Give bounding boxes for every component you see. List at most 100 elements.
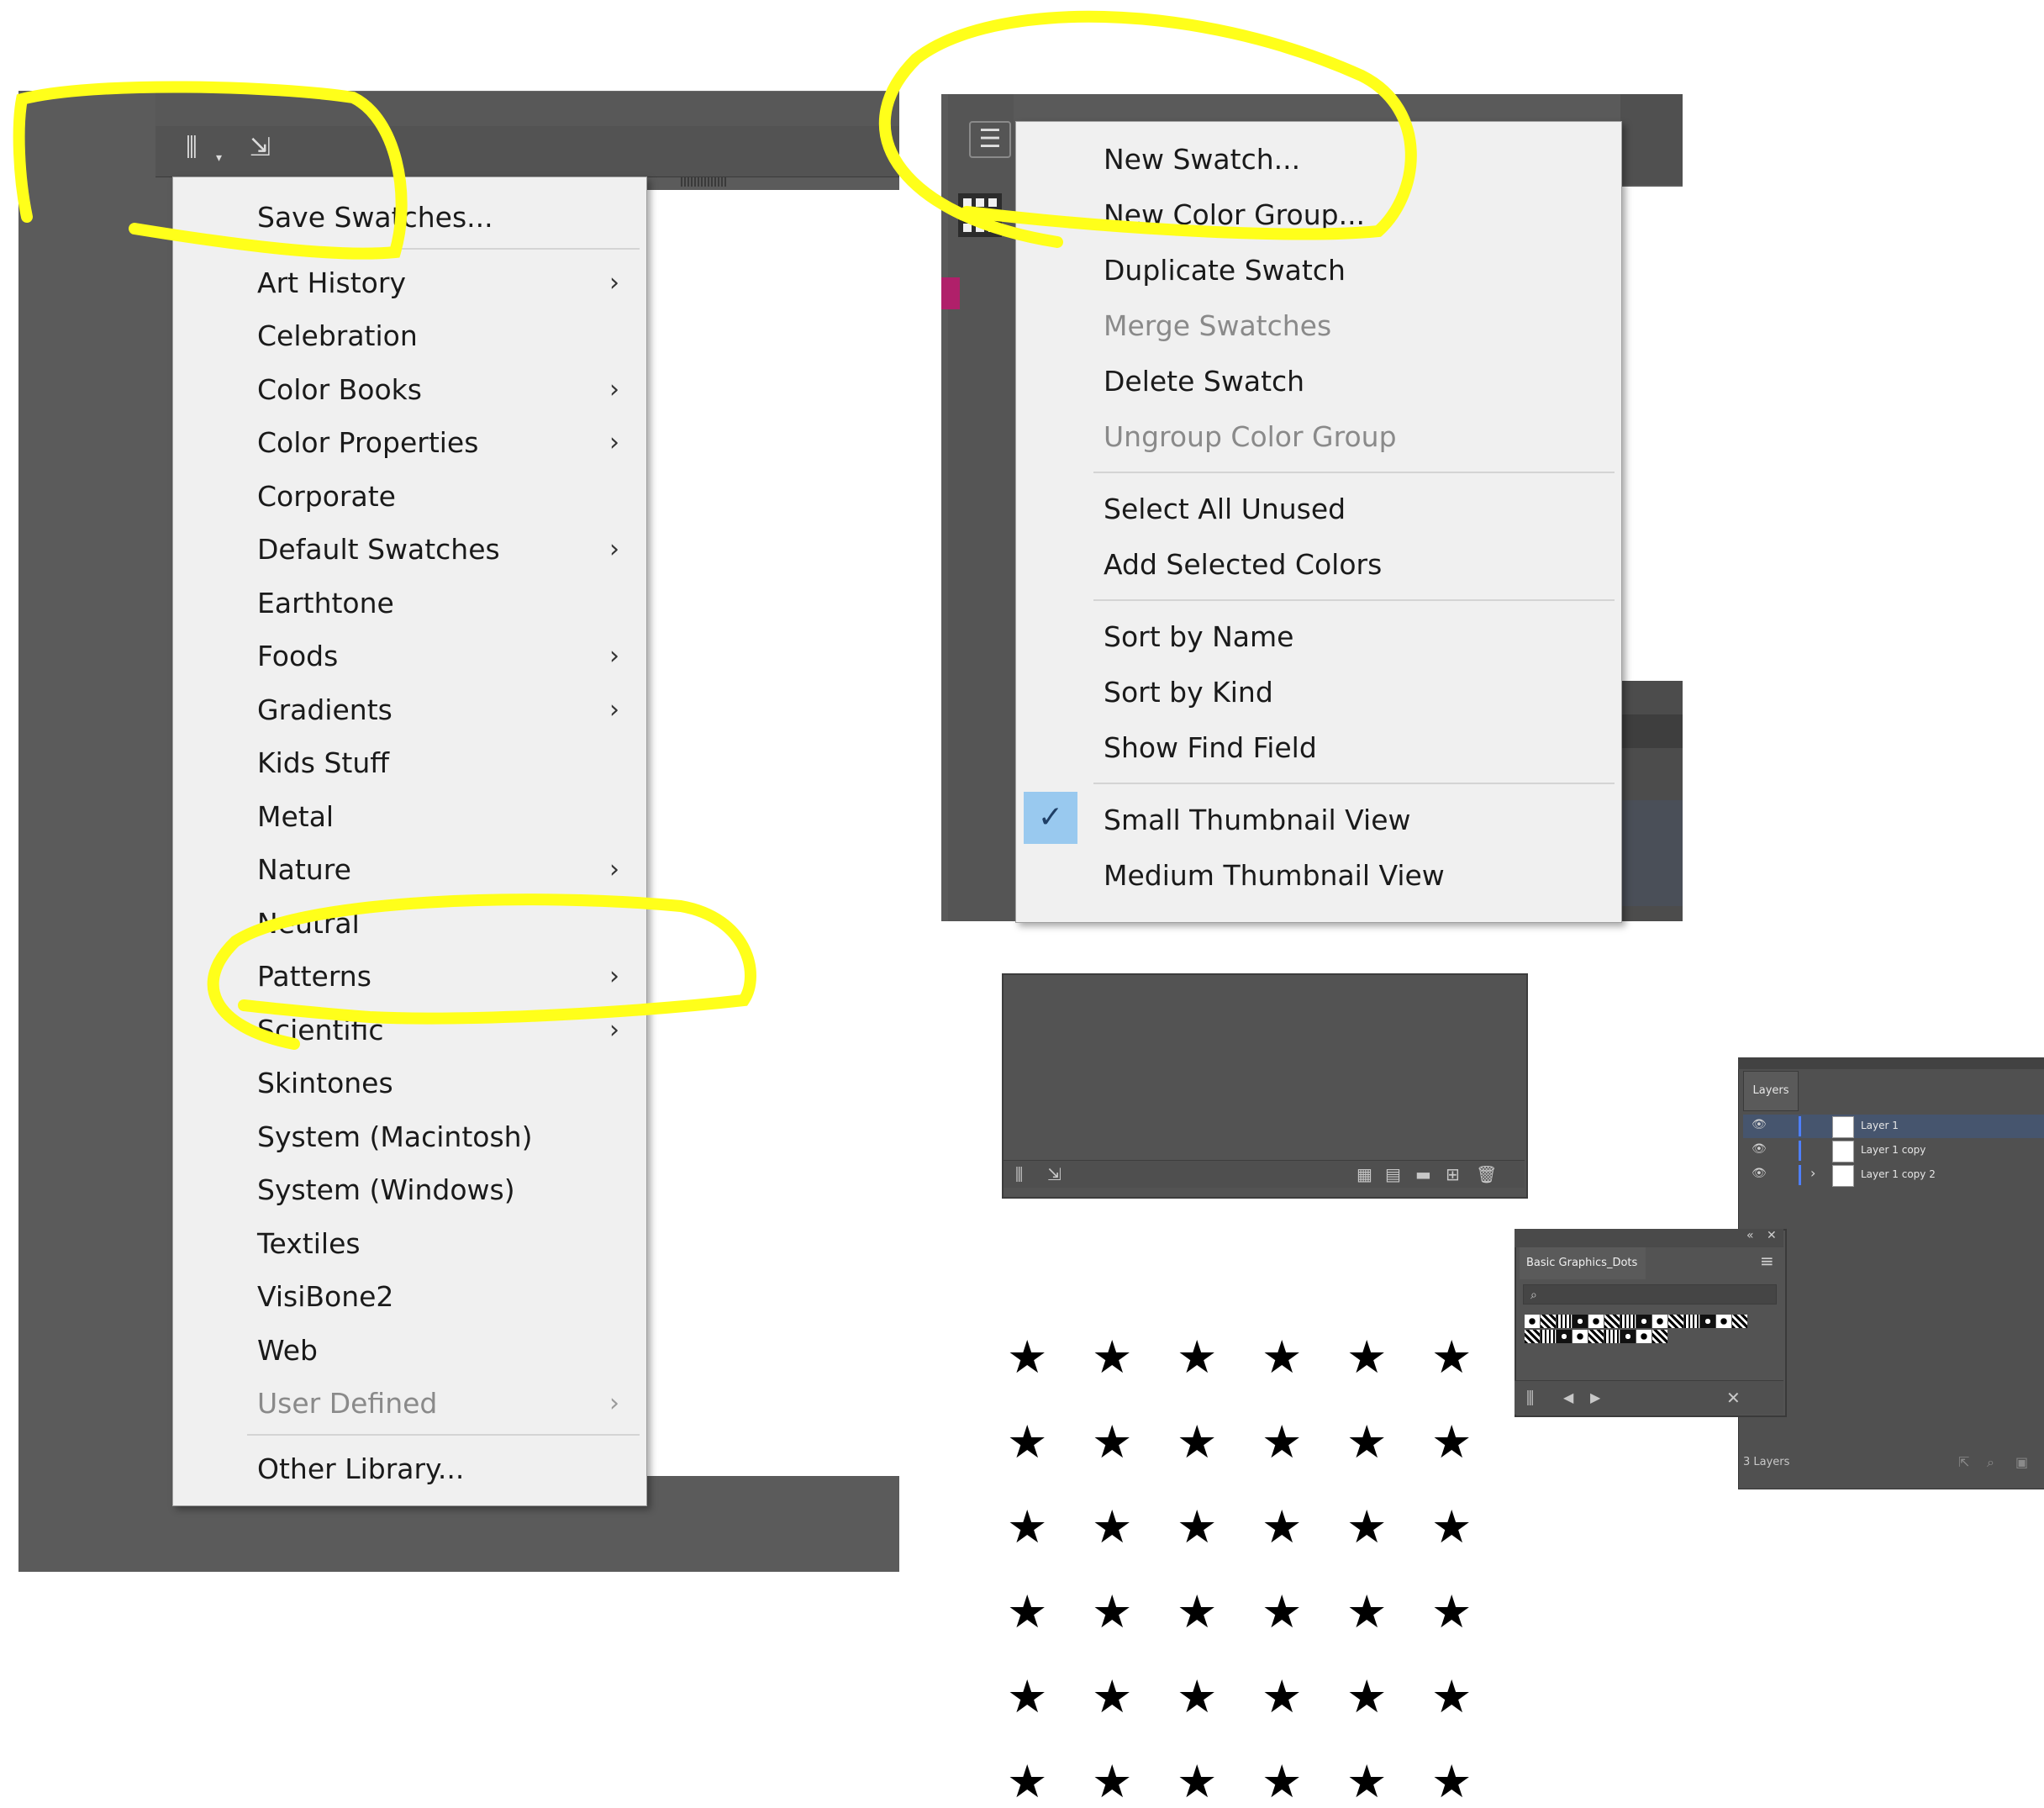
pattern-swatch[interactable] bbox=[1588, 1330, 1604, 1343]
new-swatch-icon[interactable]: ⊞ bbox=[1446, 1161, 1460, 1188]
pattern-swatch[interactable] bbox=[1652, 1315, 1667, 1328]
menu-item-color-books[interactable]: Color Books › bbox=[173, 363, 646, 416]
close-icon[interactable]: ✕ bbox=[1767, 1229, 1777, 1242]
next-library-icon[interactable]: ▶ bbox=[1590, 1384, 1600, 1411]
menu-separator bbox=[1093, 783, 1615, 784]
menu-item-sort-by-name[interactable]: Sort by Name bbox=[1016, 609, 1621, 665]
expand-arrow-icon[interactable]: › bbox=[1810, 1165, 1815, 1181]
collapse-icon[interactable]: « bbox=[1746, 1229, 1754, 1242]
menu-item-nature[interactable]: Nature › bbox=[173, 843, 646, 896]
panel-menu-icon[interactable]: ☰ bbox=[969, 121, 1011, 158]
swatch-libraries-menu: Save Swatches... Art History › Celebration C… bbox=[172, 177, 647, 1506]
menu-item-delete-swatch[interactable]: Delete Swatch bbox=[1016, 354, 1621, 409]
menu-item-label: New Color Group... bbox=[1104, 198, 1366, 231]
pattern-swatch[interactable] bbox=[1573, 1315, 1588, 1328]
visibility-eye-icon[interactable]: 👁 bbox=[1752, 1167, 1767, 1180]
menu-separator bbox=[247, 247, 640, 250]
export-icon[interactable]: ⇱ bbox=[1958, 1454, 1969, 1470]
layer-row[interactable]: 👁 › Layer 1 copy 2 bbox=[1743, 1163, 2044, 1187]
menu-item-label: New Swatch... bbox=[1104, 143, 1301, 176]
panel-menu-icon[interactable]: ≡ bbox=[1760, 1251, 1774, 1271]
pattern-swatch[interactable] bbox=[1716, 1315, 1731, 1328]
swatch-libraries-icon[interactable]: ⫼ bbox=[1526, 1384, 1534, 1411]
color-swatch-chip[interactable] bbox=[941, 277, 960, 309]
save-to-library-icon[interactable]: ⇲ bbox=[250, 131, 271, 165]
pattern-swatch[interactable] bbox=[1684, 1315, 1699, 1328]
menu-item-show-find-field[interactable]: Show Find Field bbox=[1016, 720, 1621, 776]
pattern-swatch[interactable] bbox=[1573, 1330, 1588, 1343]
menu-item-textiles[interactable]: Textiles bbox=[173, 1217, 646, 1270]
layer-row[interactable]: 👁 Layer 1 bbox=[1743, 1115, 2044, 1138]
grid-view-icon[interactable] bbox=[958, 193, 1002, 237]
layer-thumbnail bbox=[1832, 1116, 1854, 1138]
menu-item-gradients[interactable]: Gradients › bbox=[173, 683, 646, 736]
menu-item-duplicate-swatch[interactable]: Duplicate Swatch bbox=[1016, 243, 1621, 298]
tab-basic-graphics-dots[interactable]: Basic Graphics_Dots bbox=[1520, 1247, 1646, 1279]
menu-item-scientific[interactable]: Scientific › bbox=[173, 1004, 646, 1057]
pattern-swatch[interactable] bbox=[1668, 1315, 1683, 1328]
pattern-swatch[interactable] bbox=[1525, 1330, 1540, 1343]
visibility-eye-icon[interactable]: 👁 bbox=[1752, 1142, 1767, 1156]
layer-options-icon[interactable]: ▣ bbox=[2015, 1454, 2028, 1470]
menu-item-web[interactable]: Web bbox=[173, 1324, 646, 1377]
menu-item-save-swatches[interactable]: Save Swatches... bbox=[173, 191, 646, 244]
pattern-swatch[interactable] bbox=[1557, 1315, 1572, 1328]
menu-item-medium-thumbnail-view[interactable]: Medium Thumbnail View bbox=[1016, 848, 1621, 904]
pattern-swatch[interactable] bbox=[1541, 1315, 1556, 1328]
menu-separator bbox=[1093, 599, 1615, 601]
pattern-swatch[interactable] bbox=[1636, 1330, 1652, 1343]
menu-item-metal[interactable]: Metal bbox=[173, 790, 646, 843]
tab-layers[interactable]: Layers bbox=[1743, 1071, 1799, 1111]
pattern-swatch[interactable] bbox=[1604, 1315, 1620, 1328]
visibility-eye-icon[interactable]: 👁 bbox=[1752, 1118, 1767, 1131]
menu-item-earthtone[interactable]: Earthtone bbox=[173, 577, 646, 630]
menu-item-celebration[interactable]: Celebration bbox=[173, 309, 646, 362]
menu-item-small-thumbnail-view[interactable]: Small Thumbnail View bbox=[1016, 793, 1621, 848]
menu-item-color-properties[interactable]: Color Properties › bbox=[173, 416, 646, 469]
pattern-swatch[interactable] bbox=[1732, 1315, 1747, 1328]
previous-library-icon[interactable]: ◀ bbox=[1563, 1384, 1573, 1411]
pattern-swatch[interactable] bbox=[1541, 1330, 1556, 1343]
menu-item-patterns[interactable]: Patterns › bbox=[173, 950, 646, 1003]
menu-item-sort-by-kind[interactable]: Sort by Kind bbox=[1016, 665, 1621, 720]
menu-item-corporate[interactable]: Corporate bbox=[173, 470, 646, 523]
menu-item-new-color-group[interactable]: New Color Group... bbox=[1016, 187, 1621, 243]
star-shape: ★ bbox=[1262, 1500, 1303, 1553]
close-library-icon[interactable]: ✕ bbox=[1726, 1384, 1741, 1411]
menu-item-foods[interactable]: Foods › bbox=[173, 630, 646, 683]
pattern-swatch[interactable] bbox=[1700, 1315, 1715, 1328]
pattern-swatch[interactable] bbox=[1525, 1315, 1540, 1328]
search-icon[interactable]: ⌕ bbox=[1987, 1454, 1994, 1471]
pattern-swatch[interactable] bbox=[1636, 1315, 1652, 1328]
menu-item-art-history[interactable]: Art History › bbox=[173, 256, 646, 309]
pattern-swatch[interactable] bbox=[1620, 1330, 1636, 1343]
menu-item-skintones[interactable]: Skintones bbox=[173, 1057, 646, 1110]
menu-item-visibone2[interactable]: VisiBone2 bbox=[173, 1270, 646, 1323]
show-kinds-icon[interactable]: ▦ bbox=[1357, 1161, 1372, 1188]
pattern-swatch[interactable] bbox=[1604, 1330, 1620, 1343]
menu-item-system-macintosh[interactable]: System (Macintosh) bbox=[173, 1110, 646, 1163]
star-shape: ★ bbox=[1092, 1755, 1133, 1808]
menu-item-add-selected-colors[interactable]: Add Selected Colors bbox=[1016, 537, 1621, 593]
menu-item-neutral[interactable]: Neutral bbox=[173, 897, 646, 950]
menu-item-default-swatches[interactable]: Default Swatches › bbox=[173, 523, 646, 576]
pattern-swatch[interactable] bbox=[1620, 1315, 1636, 1328]
pattern-swatch[interactable] bbox=[1557, 1330, 1572, 1343]
pattern-swatch[interactable] bbox=[1588, 1315, 1604, 1328]
layer-row[interactable]: 👁 Layer 1 copy bbox=[1743, 1139, 2044, 1162]
delete-swatch-icon[interactable]: 🗑 bbox=[1476, 1161, 1497, 1188]
menu-item-system-windows[interactable]: System (Windows) bbox=[173, 1163, 646, 1216]
menu-item-kids-stuff[interactable]: Kids Stuff bbox=[173, 736, 646, 789]
swatch-libraries-icon[interactable]: ⫼ bbox=[186, 131, 198, 165]
swatch-libraries-icon[interactable]: ⫼ bbox=[1015, 1161, 1023, 1188]
resize-grip[interactable] bbox=[681, 177, 728, 187]
menu-item-select-all-unused[interactable]: Select All Unused bbox=[1016, 482, 1621, 537]
swatch-options-icon[interactable]: ▤ bbox=[1385, 1161, 1401, 1188]
save-to-library-icon[interactable]: ⇲ bbox=[1047, 1161, 1062, 1188]
pattern-swatch[interactable] bbox=[1652, 1330, 1667, 1343]
menu-item-label: Scientific bbox=[257, 1013, 384, 1046]
menu-item-other-library[interactable]: Other Library... bbox=[173, 1442, 646, 1495]
menu-item-new-swatch[interactable]: New Swatch... bbox=[1016, 132, 1621, 187]
new-color-group-icon[interactable]: ▬ bbox=[1415, 1161, 1431, 1188]
find-field[interactable]: ⌕ bbox=[1523, 1284, 1777, 1305]
